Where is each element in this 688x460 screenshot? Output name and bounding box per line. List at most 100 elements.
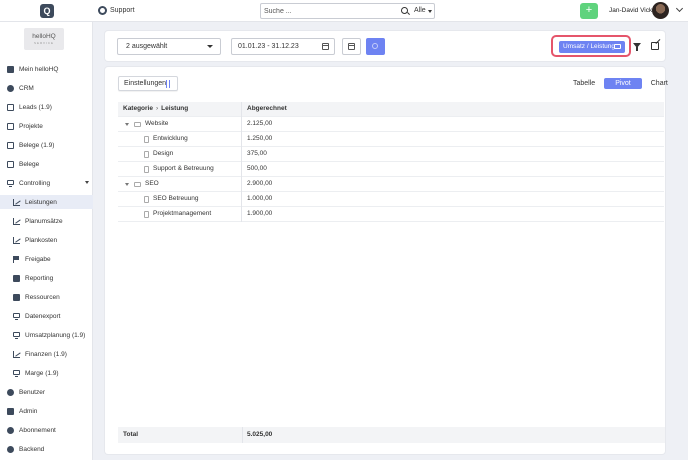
- sidebar-item-abonnement[interactable]: Abonnement: [0, 423, 93, 437]
- backend-icon: [7, 445, 14, 453]
- sidebar-item-umsatzplanung-1-9[interactable]: Umsatzplanung (1.9): [0, 328, 93, 342]
- chart-icon: [13, 217, 20, 225]
- apply-button[interactable]: [366, 38, 385, 55]
- sidebar-item-label: Backend: [19, 445, 45, 453]
- table-row[interactable]: Projektmanagement 1.900,00: [118, 207, 664, 222]
- sidebar-item-admin[interactable]: Admin: [0, 404, 93, 418]
- receipts-icon: [7, 141, 14, 149]
- sidebar-item-marge-1-9[interactable]: Marge (1.9): [0, 366, 93, 380]
- row-value: 1.250,00: [247, 135, 273, 142]
- chart-icon: [13, 236, 20, 244]
- brand-subtext: SERVICE: [33, 41, 55, 45]
- sidebar-item-controlling[interactable]: Controlling: [0, 176, 93, 190]
- sidebar-item-label: Ressourcen: [25, 293, 60, 301]
- search-scope-select[interactable]: Alle: [414, 7, 426, 14]
- sidebar-item-belege-1-9[interactable]: Belege (1.9): [0, 138, 93, 152]
- sidebar-item-reporting[interactable]: Reporting: [0, 271, 93, 285]
- filter-icon[interactable]: [633, 43, 641, 51]
- row-label: SEO: [145, 180, 159, 187]
- row-value: 375,00: [247, 150, 267, 157]
- chevron-down-icon[interactable]: [428, 10, 432, 13]
- folder-icon: [134, 182, 141, 187]
- settings-button[interactable]: Einstellungen: [118, 76, 178, 91]
- chevron-down-icon[interactable]: [85, 181, 89, 184]
- user-name[interactable]: Jan-David Vick: [609, 7, 652, 14]
- sidebar-item-planumsätze[interactable]: Planumsätze: [0, 214, 93, 228]
- view-selector-button[interactable]: Umsatz / Leistung: [559, 41, 625, 53]
- sidebar-item-label: Abonnement: [19, 426, 56, 434]
- row-label-cell: Website: [118, 117, 242, 132]
- selection-value: 2 ausgewählt: [126, 43, 168, 50]
- sidebar-item-finanzen-1-9[interactable]: Finanzen (1.9): [0, 347, 93, 361]
- sidebar-item-crm[interactable]: CRM: [0, 81, 93, 95]
- header-category-label: Kategorie: [123, 105, 153, 112]
- calendar-button[interactable]: [342, 38, 361, 55]
- sidebar-item-benutzer[interactable]: Benutzer: [0, 385, 93, 399]
- date-range-input[interactable]: 01.01.23 - 31.12.23: [231, 38, 335, 55]
- sidebar-item-ressourcen[interactable]: Ressourcen: [0, 290, 93, 304]
- external-link-icon[interactable]: [651, 42, 659, 50]
- app-logo[interactable]: Q: [40, 4, 54, 18]
- resources-icon: [13, 293, 20, 301]
- expand-caret-icon[interactable]: [125, 183, 129, 186]
- sidebar-item-projekte[interactable]: Projekte: [0, 119, 93, 133]
- sidebar-item-datenexport[interactable]: Datenexport: [0, 309, 93, 323]
- sidebar-item-label: Umsatzplanung (1.9): [25, 331, 86, 339]
- row-label: Entwicklung: [153, 135, 188, 142]
- projects-icon: [7, 122, 14, 130]
- table-row[interactable]: SEO Betreuung 1.000,00: [118, 192, 664, 207]
- sidebar-item-plankosten[interactable]: Plankosten: [0, 233, 93, 247]
- add-button[interactable]: +: [580, 3, 598, 19]
- sidebar-item-belege[interactable]: Belege: [0, 157, 93, 171]
- tab-tabelle[interactable]: Tabelle: [568, 78, 600, 89]
- sidebar-item-label: Benutzer: [19, 388, 46, 396]
- tools-icon: [7, 407, 14, 415]
- sidebar-item-leads-1-9[interactable]: Leads (1.9): [0, 100, 93, 114]
- row-value: 2.900,00: [247, 180, 273, 187]
- sidebar-item-mein-hellohq[interactable]: Mein helloHQ: [0, 62, 93, 76]
- avatar[interactable]: [652, 2, 669, 19]
- sidebar-item-freigabe[interactable]: Freigabe: [0, 252, 93, 266]
- calendar-icon[interactable]: [322, 43, 329, 50]
- toolbar: 2 ausgewählt 01.01.23 - 31.12.23 Umsatz …: [105, 31, 665, 61]
- row-value: 1.900,00: [247, 210, 273, 217]
- table-total-row: Total 5.025,00: [118, 427, 665, 443]
- document-icon: [144, 196, 149, 203]
- column-divider: [242, 427, 243, 443]
- row-label: Projektmanagement: [153, 210, 212, 217]
- selection-dropdown[interactable]: 2 ausgewählt: [117, 38, 221, 55]
- table-header: Kategorie › Leistung Abgerechnet: [118, 102, 664, 117]
- user-menu-chevron-icon[interactable]: [675, 4, 684, 13]
- sidebar-item-label: Leads (1.9): [19, 103, 52, 111]
- brand-logo[interactable]: helloHQ SERVICE: [24, 28, 64, 50]
- top-bar: Q Support Alle + Jan-David Vick: [0, 0, 688, 22]
- sidebar-item-label: Admin: [19, 407, 38, 415]
- search-input[interactable]: [264, 6, 394, 17]
- tab-chart[interactable]: Chart: [646, 78, 673, 89]
- sidebar-item-backend[interactable]: Backend: [0, 442, 93, 456]
- support-link[interactable]: Support: [98, 6, 135, 15]
- table-row[interactable]: Design 375,00: [118, 147, 664, 162]
- sidebar-item-label: Belege (1.9): [19, 141, 55, 149]
- table-row[interactable]: Website 2.125,00: [118, 117, 664, 132]
- sidebar-item-leistungen[interactable]: Leistungen: [0, 195, 93, 209]
- row-label-cell: Support & Betreuung: [118, 162, 242, 177]
- header-category[interactable]: Kategorie › Leistung: [118, 102, 242, 117]
- document-icon: [144, 136, 149, 143]
- table-row[interactable]: Support & Betreuung 500,00: [118, 162, 664, 177]
- pivot-panel: Einstellungen Tabelle Pivot Chart Katego…: [105, 67, 668, 454]
- header-billed[interactable]: Abgerechnet: [247, 102, 287, 116]
- total-label: Total: [123, 431, 139, 438]
- controlling-icon: [7, 179, 14, 187]
- row-label: Support & Betreuung: [153, 165, 214, 172]
- search-icon[interactable]: [401, 7, 408, 14]
- tab-pivot[interactable]: Pivot: [604, 78, 642, 89]
- table-row[interactable]: Entwicklung 1.250,00: [118, 132, 664, 147]
- table-row[interactable]: SEO 2.900,00: [118, 177, 664, 192]
- sidebar-item-label: Marge (1.9): [25, 369, 59, 377]
- sidebar-item-label: CRM: [19, 84, 34, 92]
- sidebar: helloHQ SERVICE Mein helloHQ CRM Leads (1.…: [0, 22, 93, 460]
- expand-caret-icon[interactable]: [125, 123, 129, 126]
- pivot-table: Kategorie › Leistung Abgerechnet Website 2.…: [118, 102, 664, 222]
- row-value: 2.125,00: [247, 120, 273, 127]
